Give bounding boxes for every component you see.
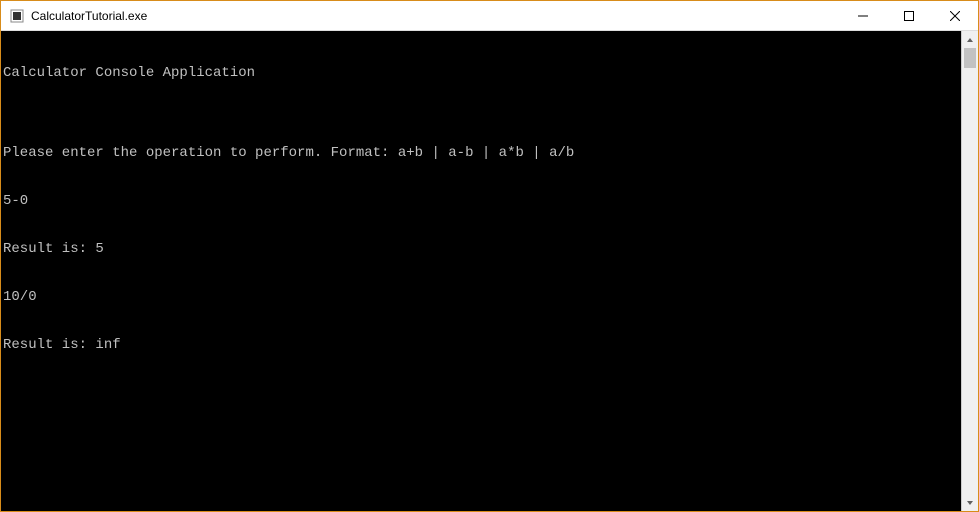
close-icon bbox=[950, 11, 960, 21]
vertical-scrollbar[interactable] bbox=[961, 31, 978, 511]
scroll-thumb[interactable] bbox=[964, 48, 976, 68]
maximize-icon bbox=[904, 11, 914, 21]
console-output[interactable]: Calculator Console Application Please en… bbox=[1, 31, 961, 511]
window-controls bbox=[840, 1, 978, 30]
minimize-button[interactable] bbox=[840, 1, 886, 30]
console-line: 10/0 bbox=[3, 289, 959, 305]
window-title: CalculatorTutorial.exe bbox=[31, 9, 840, 23]
console-line: 5-0 bbox=[3, 193, 959, 209]
chevron-up-icon bbox=[966, 36, 974, 44]
titlebar[interactable]: CalculatorTutorial.exe bbox=[1, 1, 978, 31]
app-icon bbox=[9, 8, 25, 24]
console-line: Please enter the operation to perform. F… bbox=[3, 145, 959, 161]
scroll-up-button[interactable] bbox=[962, 31, 978, 48]
console-line: Calculator Console Application bbox=[3, 65, 959, 81]
application-window: CalculatorTutorial.exe Calculator bbox=[0, 0, 979, 512]
console-line: Result is: 5 bbox=[3, 241, 959, 257]
scroll-down-button[interactable] bbox=[962, 494, 978, 511]
console-line: Result is: inf bbox=[3, 337, 959, 353]
console-area: Calculator Console Application Please en… bbox=[1, 31, 978, 511]
chevron-down-icon bbox=[966, 499, 974, 507]
scroll-track[interactable] bbox=[962, 48, 978, 494]
close-button[interactable] bbox=[932, 1, 978, 30]
maximize-button[interactable] bbox=[886, 1, 932, 30]
minimize-icon bbox=[858, 11, 868, 21]
